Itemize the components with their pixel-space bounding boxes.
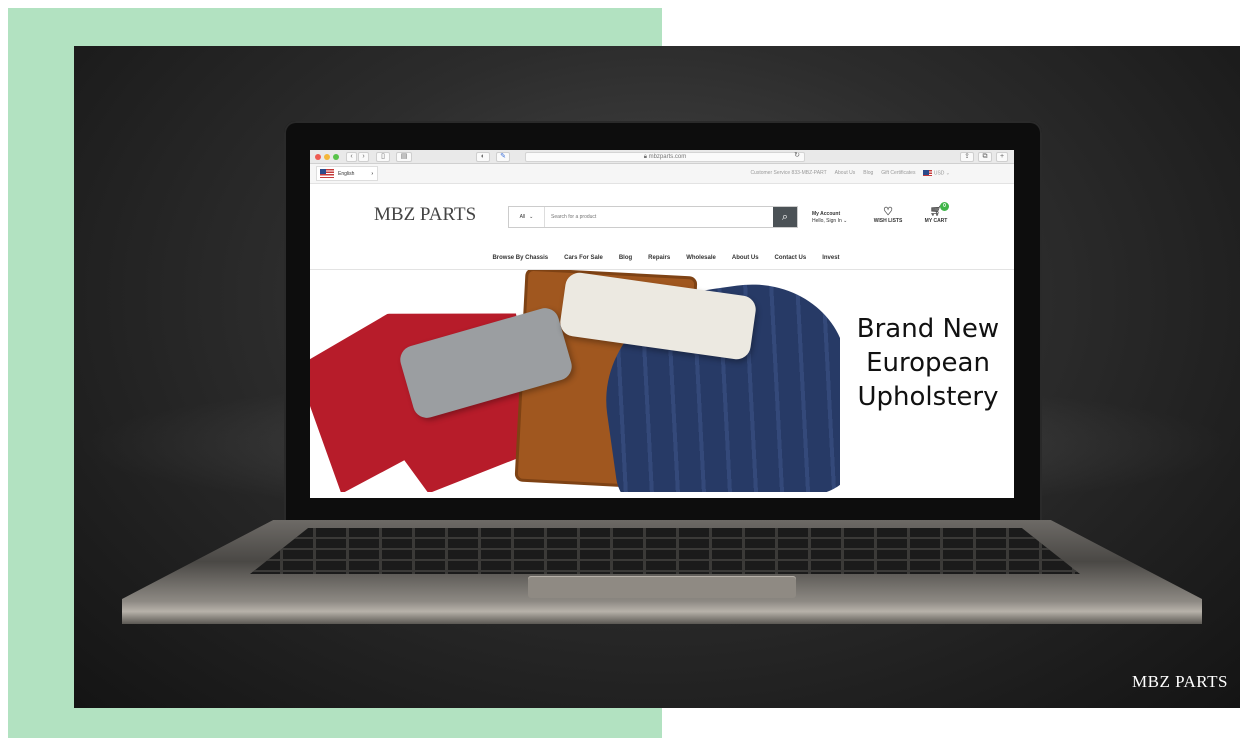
nav-item-contact-us[interactable]: Contact Us bbox=[775, 255, 807, 261]
site-header: MBZ PARTS All ⌄ ⌕ My Account Hello, Sign… bbox=[310, 184, 1014, 246]
nav-item-repairs[interactable]: Repairs bbox=[648, 255, 670, 261]
gift-certificates-link[interactable]: Gift Certificates bbox=[881, 170, 915, 176]
us-flag-icon bbox=[923, 170, 933, 176]
language-label: English bbox=[338, 170, 355, 177]
chevron-down-icon: ⌄ bbox=[843, 218, 848, 224]
search-category-dropdown[interactable]: All ⌄ bbox=[509, 207, 545, 227]
heart-icon: ♡ bbox=[883, 206, 893, 218]
nav-item-browse-by-chassis[interactable]: Browse By Chassis bbox=[492, 255, 548, 261]
search-icon: ⌕ bbox=[781, 210, 789, 223]
cart-button[interactable]: 🛒︎ 0 MY CART bbox=[918, 202, 954, 224]
currency-selector[interactable]: USD ⌄ bbox=[923, 170, 950, 176]
nav-item-cars-for-sale[interactable]: Cars For Sale bbox=[564, 255, 603, 261]
chevron-down-icon: ⌄ bbox=[529, 214, 534, 220]
add-tab-icon[interactable]: + bbox=[996, 152, 1008, 162]
close-window-icon[interactable] bbox=[315, 154, 321, 160]
url-text: mbzparts.com bbox=[648, 154, 687, 160]
privacy-icon[interactable]: ◐ bbox=[476, 152, 490, 162]
tab-overview-icon[interactable]: ▤ bbox=[396, 152, 412, 162]
wish-lists-label: WISH LISTS bbox=[873, 218, 903, 224]
promo-image: ‹ › ▯ ▤ ◐ ✎ 🔒︎ mbzparts.com ↻ ⇪ ⧉ + Engl… bbox=[0, 0, 1240, 738]
cart-icon: 🛒︎ 0 bbox=[918, 202, 954, 218]
hero-title: Brand New European Upholstery bbox=[856, 314, 1000, 412]
blog-top-link[interactable]: Blog bbox=[863, 170, 873, 176]
nav-item-wholesale[interactable]: Wholesale bbox=[686, 255, 716, 261]
my-account-link[interactable]: My Account Hello, Sign In ⌄ bbox=[812, 211, 847, 225]
about-us-top-link[interactable]: About Us bbox=[835, 170, 856, 176]
search-bar: All ⌄ ⌕ bbox=[508, 206, 798, 228]
language-selector[interactable]: English › bbox=[316, 166, 378, 181]
laptop-trackpad bbox=[528, 576, 796, 598]
chevron-right-icon: › bbox=[371, 170, 373, 177]
main-navigation: Browse By Chassis Cars For Sale Blog Rep… bbox=[310, 246, 1014, 270]
utility-links: Customer Service 833-MBZ-PART About Us B… bbox=[750, 170, 950, 176]
share-icon[interactable]: ⇪ bbox=[960, 152, 974, 162]
search-input[interactable] bbox=[545, 207, 773, 227]
nav-item-invest[interactable]: Invest bbox=[822, 255, 839, 261]
account-subtitle: Hello, Sign In bbox=[812, 218, 842, 224]
laptop-screen: ‹ › ▯ ▤ ◐ ✎ 🔒︎ mbzparts.com ↻ ⇪ ⧉ + Engl… bbox=[310, 150, 1014, 498]
nav-item-about-us[interactable]: About Us bbox=[732, 255, 759, 261]
search-button[interactable]: ⌕ bbox=[773, 207, 797, 227]
watermark-logo: MBZ PARTS bbox=[1132, 672, 1228, 691]
site-logo[interactable]: MBZ PARTS bbox=[374, 204, 476, 226]
nav-item-blog[interactable]: Blog bbox=[619, 255, 632, 261]
customer-service-link[interactable]: Customer Service 833-MBZ-PART bbox=[750, 170, 826, 176]
browser-chrome: ‹ › ▯ ▤ ◐ ✎ 🔒︎ mbzparts.com ↻ ⇪ ⧉ + bbox=[310, 150, 1014, 164]
back-icon[interactable]: ‹ bbox=[346, 152, 357, 162]
laptop-keyboard-rows bbox=[250, 528, 1080, 574]
lock-icon: 🔒︎ bbox=[643, 154, 647, 160]
address-bar[interactable]: 🔒︎ mbzparts.com bbox=[525, 152, 805, 162]
search-category-label: All bbox=[519, 214, 526, 220]
chevron-down-icon: ⌄ bbox=[945, 170, 950, 177]
cart-count-badge: 0 bbox=[940, 202, 949, 211]
sidebar-icon[interactable]: ▯ bbox=[376, 152, 390, 162]
new-tab-icon[interactable]: ⧉ bbox=[978, 152, 992, 162]
forward-icon[interactable]: › bbox=[358, 152, 369, 162]
minimize-window-icon[interactable] bbox=[324, 154, 330, 160]
cart-label: MY CART bbox=[924, 218, 948, 224]
hero-banner[interactable]: Brand New European Upholstery bbox=[310, 270, 1014, 492]
reload-icon[interactable]: ↻ bbox=[792, 152, 802, 162]
wish-lists-button[interactable]: ♡ WISH LISTS bbox=[870, 206, 906, 224]
top-utility-bar: English › Customer Service 833-MBZ-PART … bbox=[310, 164, 1014, 184]
maximize-window-icon[interactable] bbox=[333, 154, 339, 160]
extension-icon[interactable]: ✎ bbox=[496, 152, 510, 162]
account-title: My Account bbox=[812, 211, 841, 217]
us-flag-icon bbox=[320, 169, 334, 178]
currency-label: USD bbox=[933, 170, 945, 177]
